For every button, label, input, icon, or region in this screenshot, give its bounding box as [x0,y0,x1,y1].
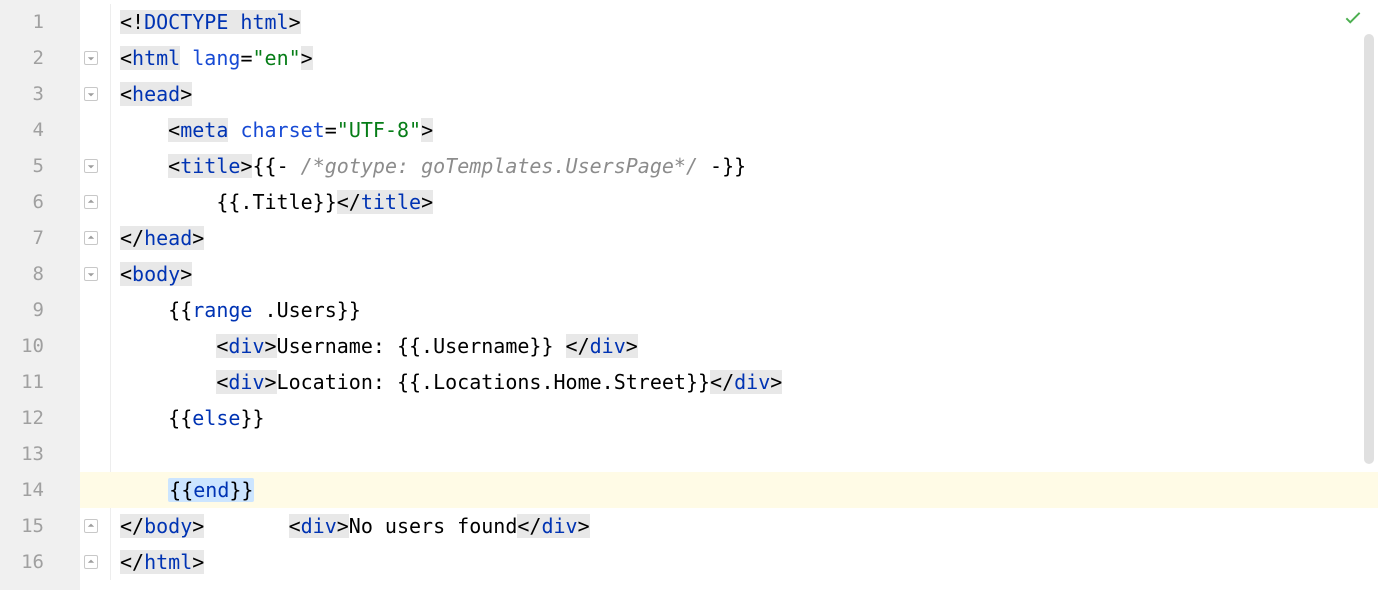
code-line[interactable]: {{.Title}}</title> [80,184,1378,220]
line-number: 3 [0,76,80,112]
code-line[interactable]: {{else}} [80,400,1378,436]
line-number: 12 [0,400,80,436]
intention-bulb-icon[interactable] [132,444,152,464]
line-number: 15 [0,508,80,544]
line-number: 7 [0,220,80,256]
code-line[interactable]: </html> [80,544,1378,580]
code-line[interactable]: <head> [80,76,1378,112]
line-number: 6 [0,184,80,220]
code-line[interactable]: <!DOCTYPE html> [80,4,1378,40]
code-line[interactable]: </head> [80,220,1378,256]
vertical-scrollbar[interactable] [1364,34,1374,464]
line-number: 4 [0,112,80,148]
code-line[interactable]: </body> [80,508,1378,544]
line-number: 8 [0,256,80,292]
selection: {{end}} [168,478,254,502]
line-number: 9 [0,292,80,328]
code-editor[interactable]: 1 2 3 4 5 6 7 8 9 10 11 12 13 14 15 16 [0,0,1378,590]
inspection-ok-icon[interactable] [1342,6,1364,33]
code-area[interactable]: <!DOCTYPE html> <html lang="en"> <head> … [80,0,1378,590]
line-number: 10 [0,328,80,364]
line-number: 2 [0,40,80,76]
code-line[interactable]: <html lang="en"> [80,40,1378,76]
line-number: 13 [0,436,80,472]
code-line[interactable]: {{range .Users}} [80,292,1378,328]
line-number: 16 [0,544,80,580]
line-number: 5 [0,148,80,184]
code-line[interactable]: <title>{{- /*gotype: goTemplates.UsersPa… [80,148,1378,184]
code-line[interactable]: <div>Location: {{.Locations.Home.Street}… [80,364,1378,400]
line-number: 14 [0,472,80,508]
line-number: 11 [0,364,80,400]
code-line[interactable]: <div>Username: {{.Username}} </div> [80,328,1378,364]
code-line[interactable]: <div>No users found</div> [80,436,1378,472]
code-line[interactable]: <body> [80,256,1378,292]
code-line[interactable]: <meta charset="UTF-8"> [80,112,1378,148]
line-number: 1 [0,4,80,40]
gutter: 1 2 3 4 5 6 7 8 9 10 11 12 13 14 15 16 [0,0,80,590]
code-line-current[interactable]: {{end}} [80,472,1378,508]
